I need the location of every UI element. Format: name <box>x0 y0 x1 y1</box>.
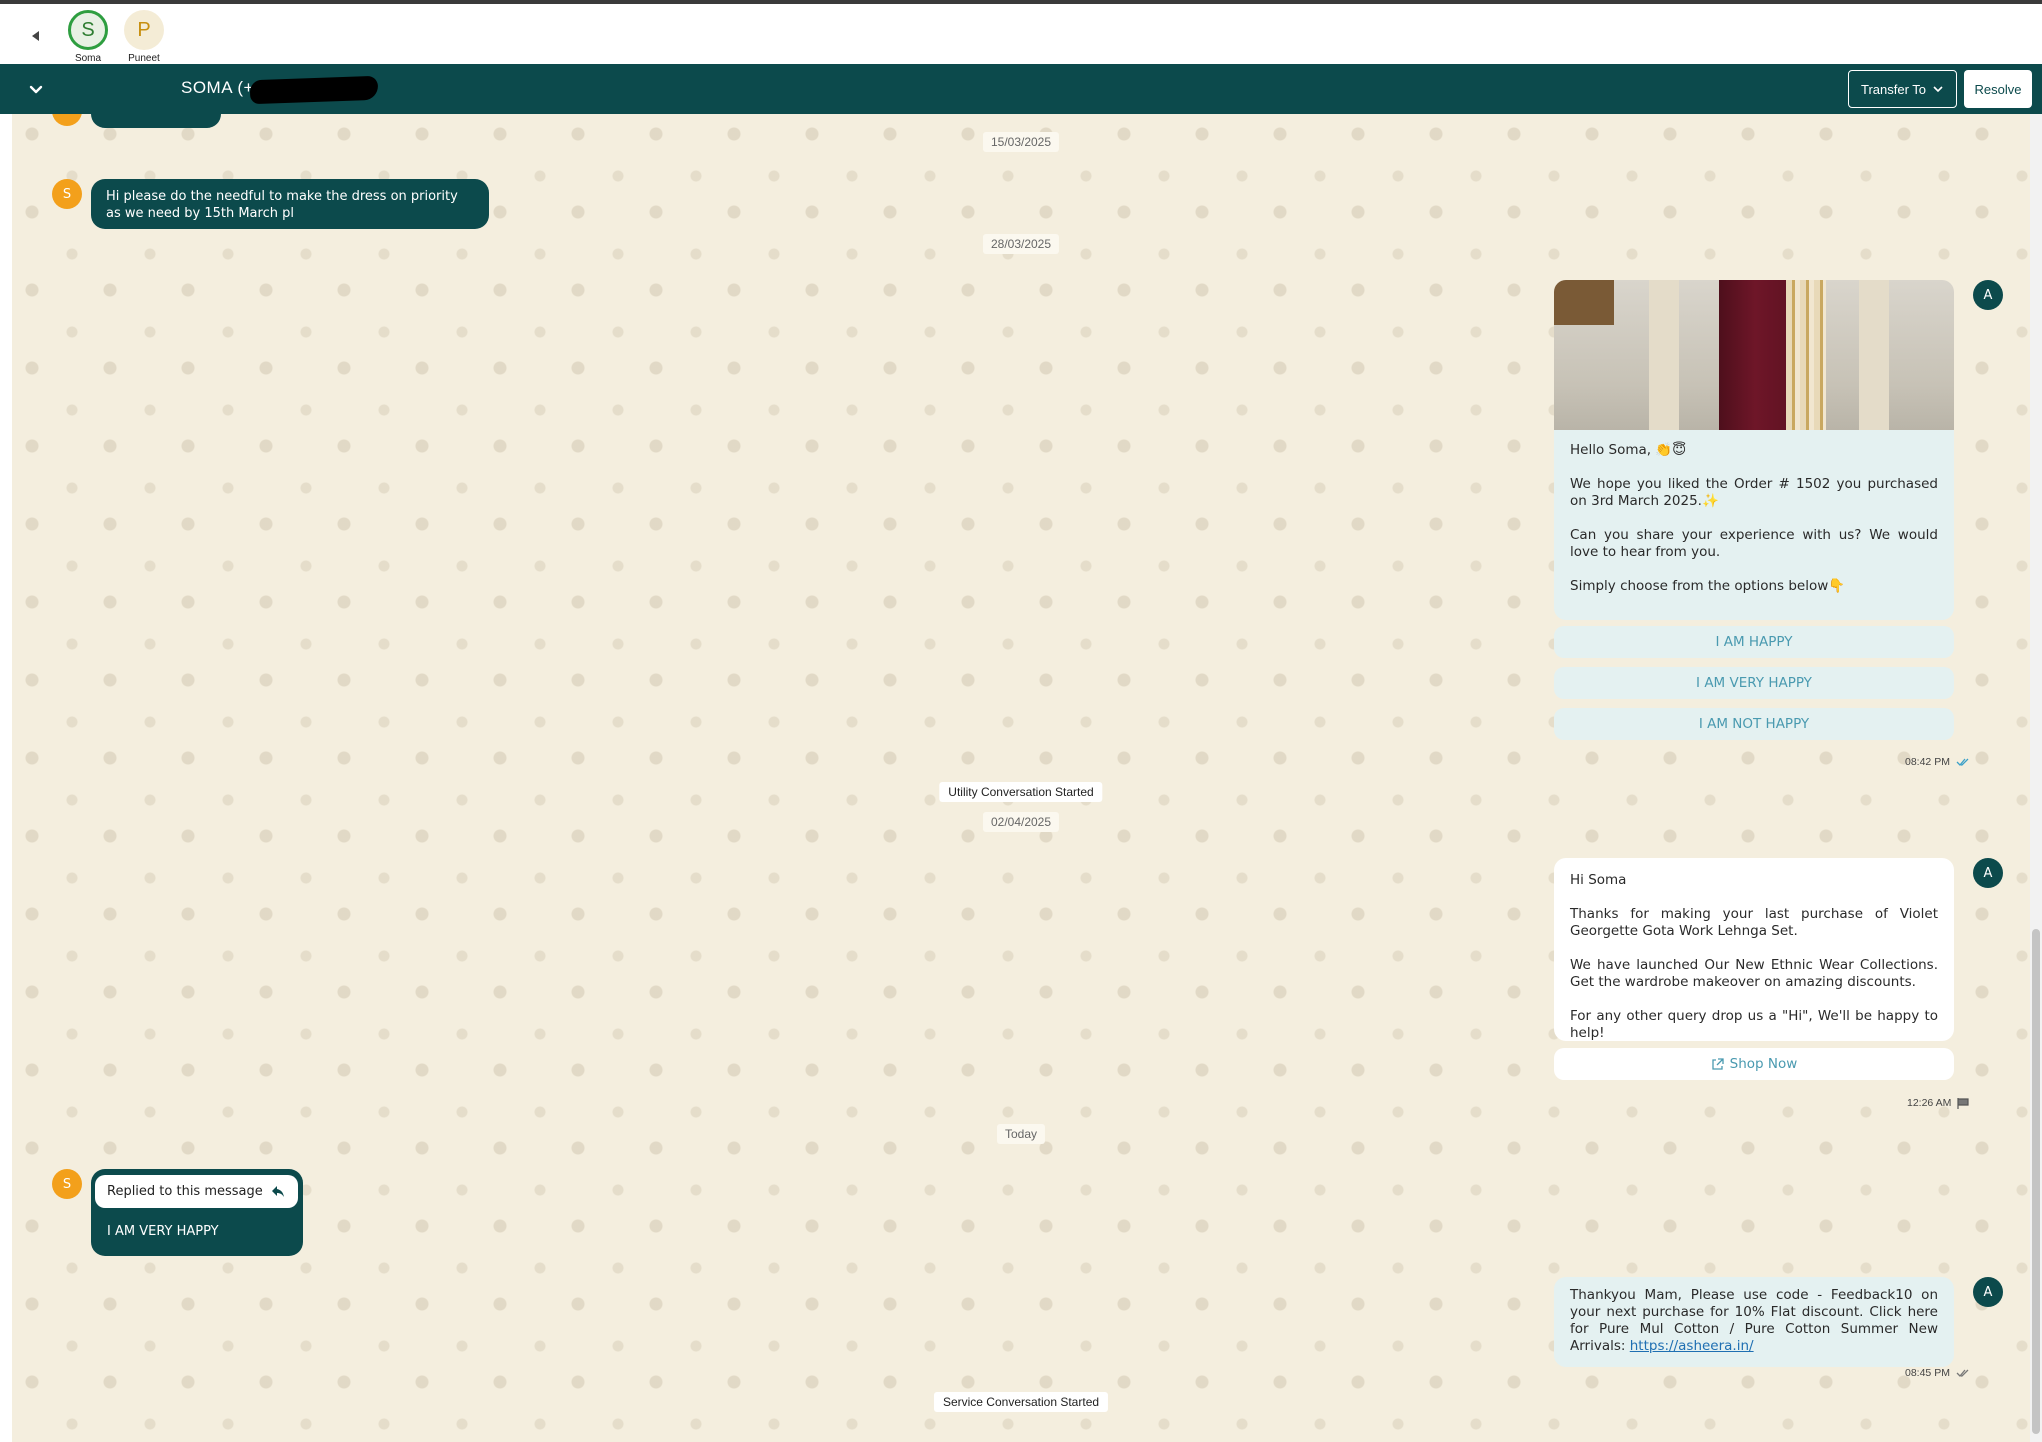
avatar: S <box>52 179 82 209</box>
message-bubble-partial <box>91 114 221 128</box>
contact-tab-label: Puneet <box>128 53 160 64</box>
outgoing-message: Thankyou Mam, Please use code - Feedback… <box>1554 1277 1954 1367</box>
chat-area[interactable]: 15/03/2025 S Hi please do the needful to… <box>12 114 2030 1442</box>
quoted-message-link[interactable]: Replied to this message <box>95 1175 298 1208</box>
image-detail <box>1649 280 1679 430</box>
message-text: Can you share your experience with us? W… <box>1570 527 1938 560</box>
image-detail <box>1554 280 1614 325</box>
message-text: Hi Soma <box>1570 872 1627 888</box>
avatar <box>52 114 82 126</box>
avatar: S <box>68 10 108 50</box>
quoted-message-label: Replied to this message <box>107 1184 263 1199</box>
resolve-button[interactable]: Resolve <box>1964 70 2032 108</box>
external-link-icon <box>1712 1057 1724 1070</box>
message-text: Thanks for making your last purchase of … <box>1570 906 1938 939</box>
message-text: We hope you liked the Order # 1502 you p… <box>1570 476 1938 509</box>
date-separator: Today <box>996 1124 1046 1144</box>
shop-now-button[interactable]: Shop Now <box>1554 1048 1954 1080</box>
message-text: For any other query drop us a "Hi", We'l… <box>1570 1008 1938 1041</box>
template-message-promo: Hi Soma Thanks for making your last purc… <box>1554 858 1954 1041</box>
reply-icon <box>272 1186 284 1197</box>
quick-reply-very-happy[interactable]: I AM VERY HAPPY <box>1554 667 1954 699</box>
chevron-down-icon <box>1933 86 1943 93</box>
contact-title: SOMA (+ <box>181 78 254 97</box>
image-detail <box>1786 280 1826 430</box>
transfer-to-dropdown[interactable]: Transfer To <box>1848 70 1957 108</box>
message-meta: 08:42 PM <box>1905 756 1970 768</box>
caret-left-icon <box>32 31 39 41</box>
back-button[interactable] <box>28 26 44 46</box>
redacted-phone-number <box>249 75 379 105</box>
date-separator: 28/03/2025 <box>982 234 1060 254</box>
message-text: We have launched Our New Ethnic Wear Col… <box>1570 957 1938 990</box>
agent-avatar: A <box>1973 1277 2003 1307</box>
transfer-label: Transfer To <box>1860 81 1927 97</box>
template-message-feedback: Hello Soma, 👏😇 We hope you liked the Ord… <box>1554 430 1954 620</box>
date-separator: 02/04/2025 <box>982 812 1060 832</box>
chat-header: SOMA (+ Transfer To Resolve <box>0 64 2042 114</box>
message-text: Hello Soma, 👏😇 <box>1570 442 1687 458</box>
double-check-icon <box>1956 758 1969 766</box>
message-meta: 08:45 PM <box>1905 1367 1970 1379</box>
message-time: 08:42 PM <box>1905 756 1950 768</box>
contact-tab-puneet[interactable]: P Puneet <box>114 10 174 68</box>
message-time: 08:45 PM <box>1905 1367 1950 1379</box>
double-check-icon <box>1956 1369 1969 1377</box>
system-event: Utility Conversation Started <box>939 782 1103 802</box>
conversation-tabs: S Soma P Puneet <box>0 0 2042 64</box>
shop-now-label: Shop Now <box>1729 1056 1798 1072</box>
flag-icon <box>1957 1097 1969 1109</box>
agent-avatar: A <box>1973 858 2003 888</box>
quick-reply-not-happy[interactable]: I AM NOT HAPPY <box>1554 708 1954 740</box>
contact-tab-soma[interactable]: S Soma <box>58 10 118 68</box>
website-link[interactable]: https://asheera.in/ <box>1630 1338 1754 1354</box>
system-event: Service Conversation Started <box>933 1392 1109 1412</box>
message-meta: 12:26 AM <box>1907 1097 1969 1109</box>
avatar: S <box>52 1169 82 1199</box>
date-separator: 15/03/2025 <box>982 132 1060 152</box>
chat-scrollbar[interactable] <box>2030 114 2042 1442</box>
contact-tab-label: Soma <box>74 53 102 64</box>
message-text: Thankyou Mam, Please use code - Feedback… <box>1570 1287 1938 1354</box>
image-detail <box>1859 280 1889 430</box>
reply-message: Replied to this message I AM VERY HAPPY <box>91 1169 303 1256</box>
reply-text: I AM VERY HAPPY <box>107 1224 219 1239</box>
message-time: 12:26 AM <box>1907 1097 1952 1109</box>
avatar: P <box>124 10 164 50</box>
message-text: Simply choose from the options below👇 <box>1570 578 1846 594</box>
chevron-down-icon <box>29 85 43 94</box>
incoming-message: Hi please do the needful to make the dre… <box>91 179 489 229</box>
scrollbar-thumb[interactable] <box>2032 929 2040 1434</box>
quick-reply-happy[interactable]: I AM HAPPY <box>1554 626 1954 658</box>
collapse-button[interactable] <box>26 79 46 99</box>
product-image <box>1554 280 1954 430</box>
agent-avatar: A <box>1973 280 2003 310</box>
